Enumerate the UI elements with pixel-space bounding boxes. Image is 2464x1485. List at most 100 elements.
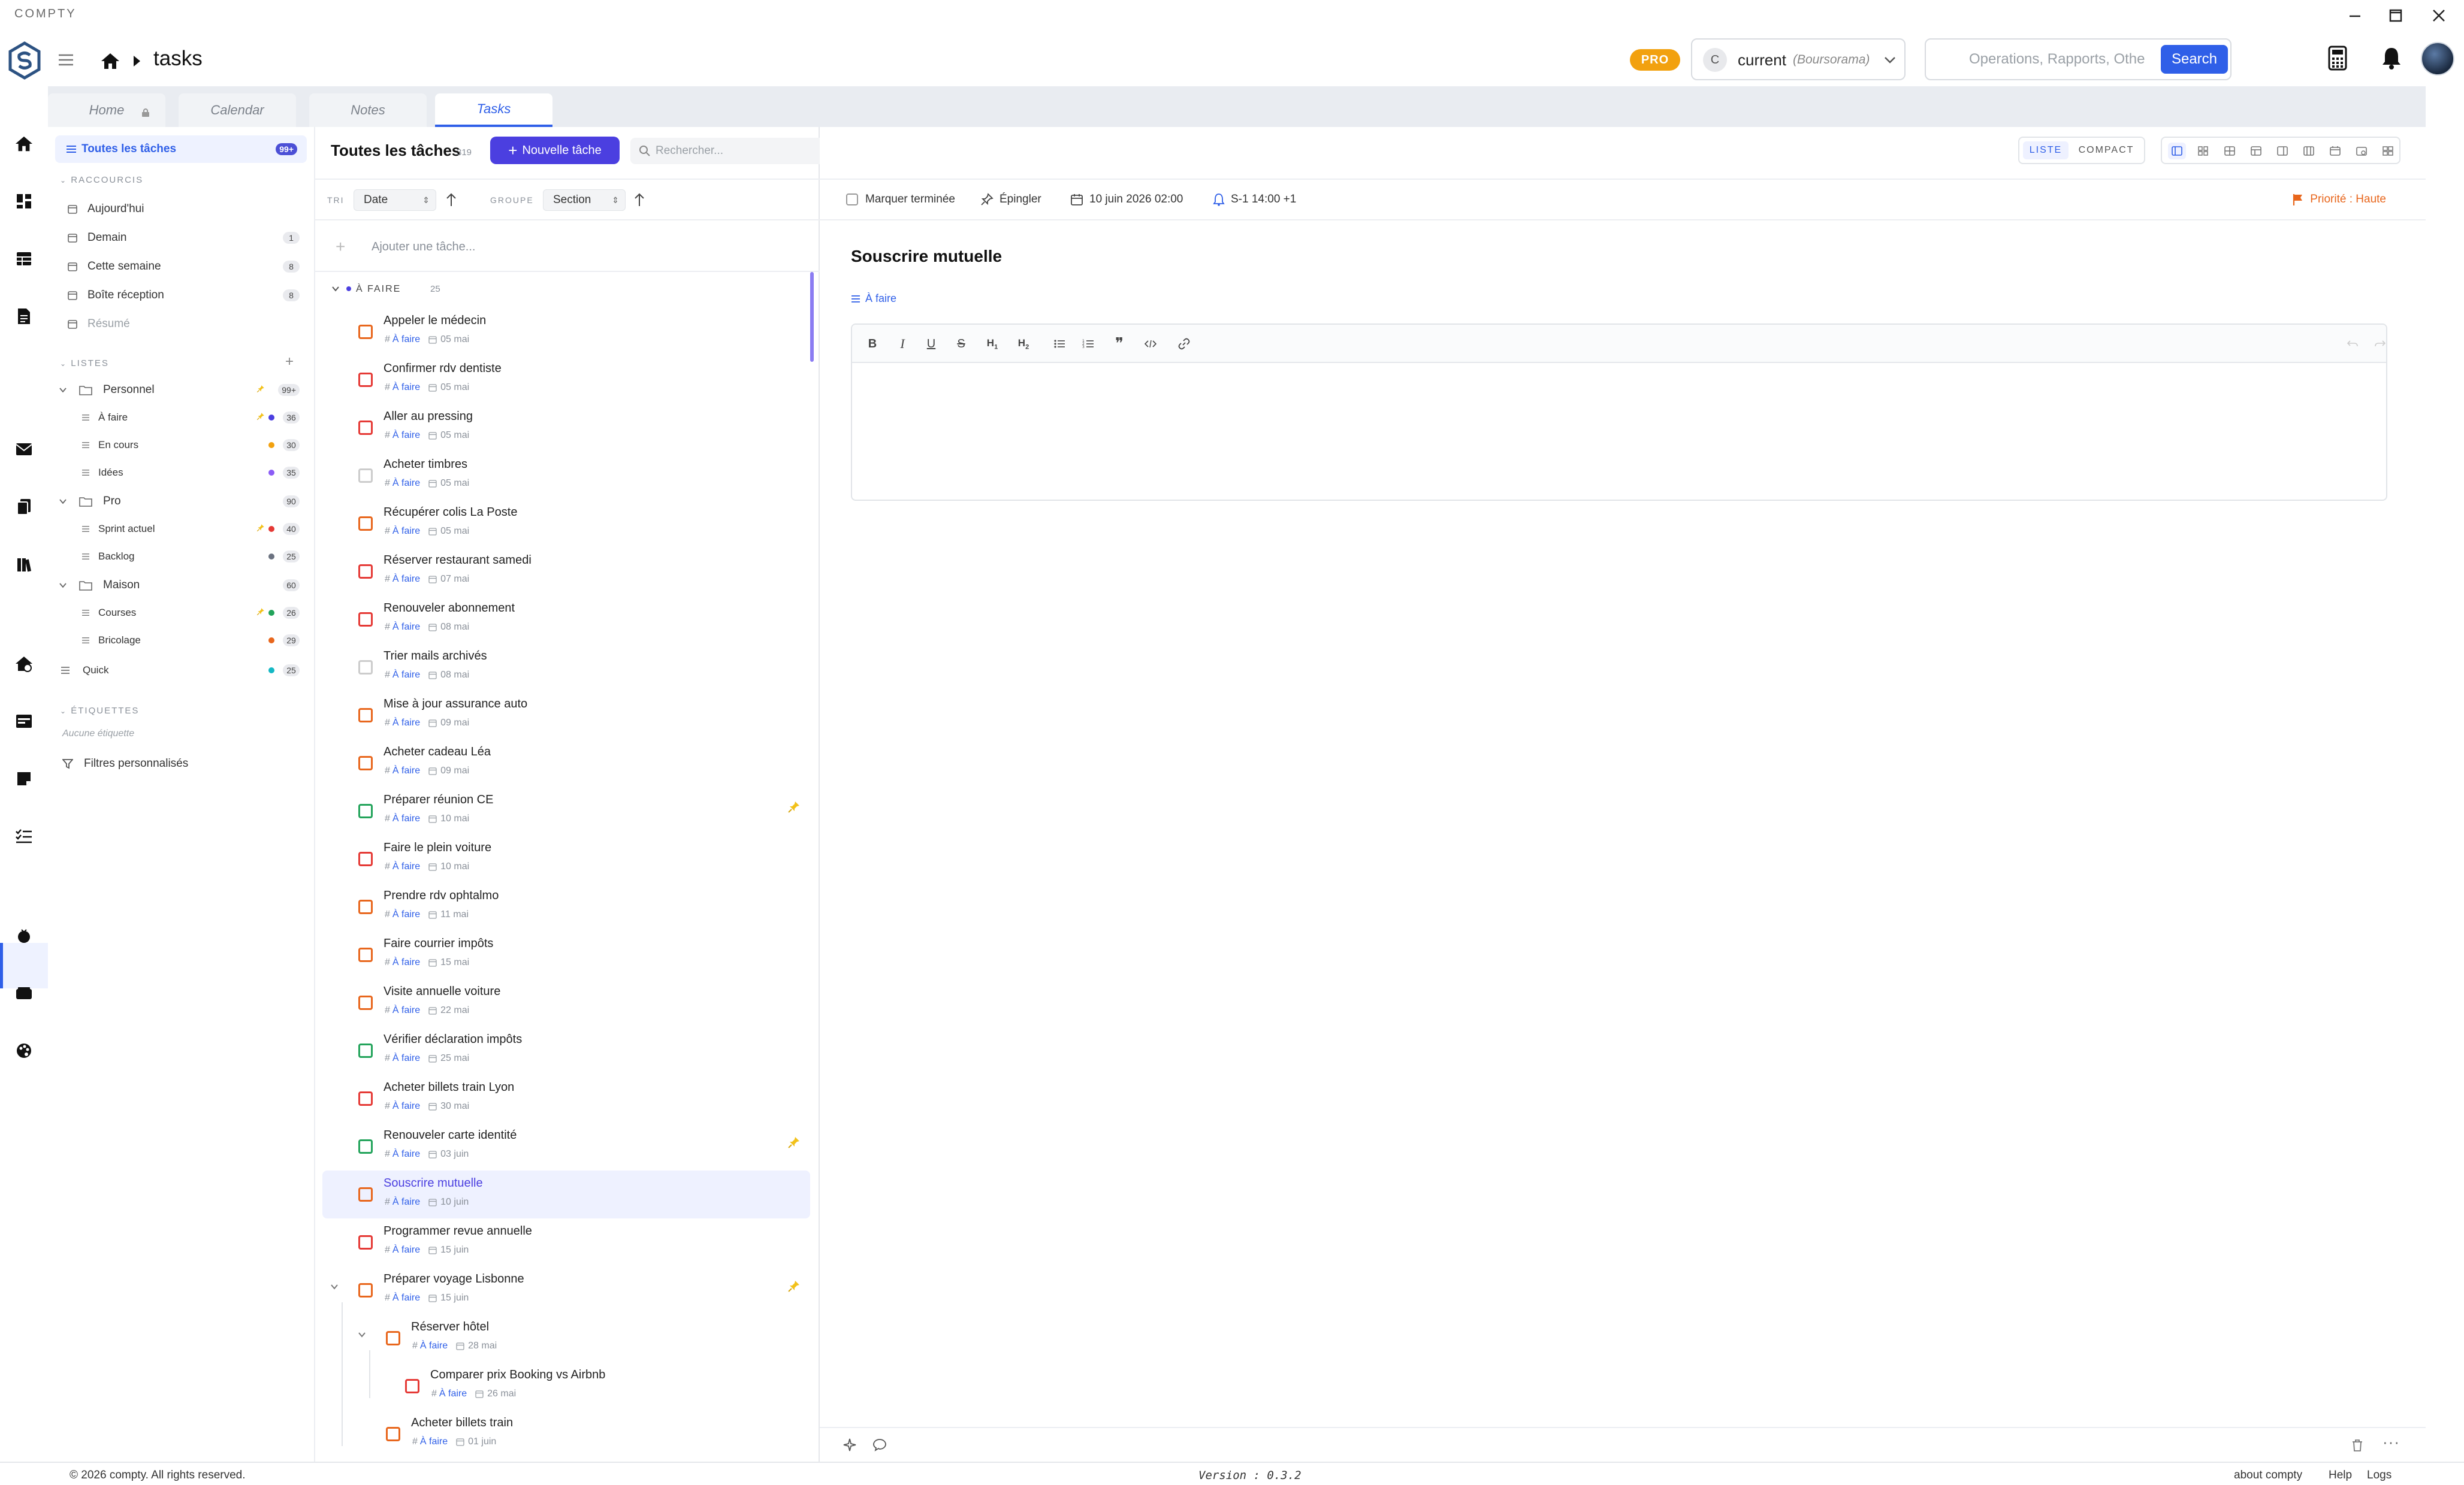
sidebar-list-item[interactable]: Quick 25 xyxy=(48,657,315,684)
task-checkbox[interactable] xyxy=(358,1187,373,1202)
search-button[interactable]: Search xyxy=(2161,45,2228,74)
undo-button[interactable] xyxy=(2344,335,2361,352)
task-section-link[interactable]: À faire xyxy=(851,292,896,305)
rail-budget-icon[interactable] xyxy=(12,709,36,733)
sidebar-shortcut[interactable]: Résumé xyxy=(48,310,315,338)
task-checkbox[interactable] xyxy=(358,660,373,675)
rail-home-icon[interactable] xyxy=(12,132,36,156)
task-item[interactable]: Réserver hôtel # À faire 28 mai xyxy=(322,1314,810,1362)
priority-button[interactable]: Priorité : Haute xyxy=(2292,193,2386,206)
task-checkbox[interactable] xyxy=(405,1379,419,1393)
minimize-button[interactable] xyxy=(2337,4,2373,28)
task-checkbox[interactable] xyxy=(386,1331,400,1345)
sidebar-item-custom-filters[interactable]: Filtres personnalisés xyxy=(48,750,315,778)
bold-button[interactable]: B xyxy=(864,335,881,352)
mark-done-checkbox[interactable]: Marquer terminée xyxy=(846,193,955,206)
tags-heading[interactable]: ⌄ ÉTIQUETTES xyxy=(60,706,139,716)
task-item[interactable]: Réserver restaurant samedi # À faire 07 mai xyxy=(322,548,810,595)
pin-icon[interactable] xyxy=(787,1136,801,1149)
task-item[interactable]: Vérifier déclaration impôts # À faire 25 ma… xyxy=(322,1027,810,1075)
rail-report-icon[interactable] xyxy=(12,304,36,328)
sidebar-list-item[interactable]: Bricolage 29 xyxy=(48,627,315,654)
close-button[interactable] xyxy=(2421,4,2457,28)
sidebar-shortcut[interactable]: Aujourd'hui xyxy=(48,195,315,223)
pin-icon[interactable] xyxy=(787,800,801,813)
group-direction-icon[interactable] xyxy=(633,192,646,208)
task-list-scrollbar[interactable] xyxy=(810,272,814,362)
maximize-button[interactable] xyxy=(2378,4,2414,28)
new-task-button[interactable]: + Nouvelle tâche xyxy=(490,137,620,164)
task-checkbox[interactable] xyxy=(358,852,373,866)
rail-house-money-icon[interactable] xyxy=(12,652,36,676)
sidebar-item-all-tasks[interactable]: Toutes les tâches 99+ xyxy=(55,135,307,163)
group-select[interactable]: Section ⇕ xyxy=(543,189,626,211)
task-item[interactable]: Programmer revue annuelle # À faire 15 juin xyxy=(322,1218,810,1266)
comment-icon[interactable] xyxy=(872,1438,887,1452)
task-item[interactable]: Acheter cadeau Léa # À faire 09 mai xyxy=(322,739,810,787)
task-title[interactable]: Souscrire mutuelle xyxy=(851,247,1002,266)
task-item[interactable]: Acheter billets train # À faire 01 juin xyxy=(322,1410,810,1458)
task-checkbox[interactable] xyxy=(358,1235,373,1250)
editor-content[interactable] xyxy=(852,364,2386,500)
view-list-button[interactable]: LISTE xyxy=(2023,141,2069,159)
task-checkbox[interactable] xyxy=(358,516,373,531)
redo-button[interactable] xyxy=(2372,335,2388,352)
sidebar-shortcut[interactable]: Boîte réception 8 xyxy=(48,282,315,309)
tab-tasks[interactable]: Tasks xyxy=(435,93,552,127)
add-task-input[interactable] xyxy=(372,235,731,259)
section-header-todo[interactable]: À FAIRE 25 xyxy=(331,282,570,300)
pin-icon[interactable] xyxy=(787,1280,801,1293)
rail-table-icon[interactable] xyxy=(12,247,36,271)
layout-option-icon[interactable] xyxy=(2247,143,2265,159)
breadcrumb-home-icon[interactable] xyxy=(97,48,123,74)
layout-option-icon[interactable] xyxy=(2353,143,2371,159)
strikethrough-button[interactable]: S xyxy=(953,335,970,352)
task-checkbox[interactable] xyxy=(386,1427,400,1441)
task-checkbox[interactable] xyxy=(358,373,373,387)
task-checkbox[interactable] xyxy=(358,1044,373,1058)
task-item[interactable]: Récupérer colis La Poste # À faire 05 mai xyxy=(322,500,810,548)
pin-button[interactable]: Épingler xyxy=(980,193,1041,206)
task-checkbox[interactable] xyxy=(358,804,373,818)
rail-tomato-icon[interactable] xyxy=(12,924,36,948)
heading1-button[interactable]: H1 xyxy=(984,335,1001,352)
task-item[interactable]: Aller au pressing # À faire 05 mai xyxy=(322,404,810,452)
add-list-icon[interactable]: + xyxy=(285,353,294,370)
shortcuts-heading[interactable]: ⌄ RACCOURCIS xyxy=(60,175,143,185)
task-checkbox[interactable] xyxy=(358,756,373,770)
blockquote-button[interactable]: ❞ xyxy=(1111,335,1128,352)
sidebar-shortcut[interactable]: Demain 1 xyxy=(48,224,315,252)
ordered-list-button[interactable]: 123 xyxy=(1080,335,1097,352)
account-selector[interactable]: C current (Boursorama) xyxy=(1691,38,1906,80)
task-item[interactable]: Préparer voyage Lisbonne # À faire 15 juin xyxy=(322,1266,810,1314)
sidebar-list-item[interactable]: Sprint actuel 40 xyxy=(48,515,315,543)
rail-dashboard-icon[interactable] xyxy=(12,189,36,213)
rail-wallet-icon[interactable] xyxy=(12,981,36,1005)
task-item[interactable]: Renouveler carte identité # À faire 03 juin xyxy=(322,1123,810,1171)
task-item[interactable]: Visite annuelle voiture # À faire 22 mai xyxy=(322,979,810,1027)
tab-home[interactable]: Home xyxy=(48,93,165,127)
bullet-list-button[interactable] xyxy=(1051,335,1068,352)
sidebar-shortcut[interactable]: Cette semaine 8 xyxy=(48,253,315,280)
view-compact-button[interactable]: COMPACT xyxy=(2072,141,2140,159)
layout-option-icon[interactable] xyxy=(2194,143,2212,159)
task-checkbox[interactable] xyxy=(358,612,373,627)
chevron-down-icon[interactable] xyxy=(330,1282,339,1292)
logs-link[interactable]: Logs xyxy=(2367,1469,2391,1482)
sidebar-list-item[interactable]: Idées 35 xyxy=(48,459,315,486)
task-item[interactable]: Prendre rdv ophtalmo # À faire 11 mai xyxy=(322,883,810,931)
layout-option-icon[interactable] xyxy=(2221,143,2239,159)
reminder-button[interactable]: S-1 14:00 +1 xyxy=(1213,193,1296,206)
chevron-down-icon[interactable] xyxy=(357,1330,367,1339)
layout-option-icon[interactable] xyxy=(2379,143,2397,159)
task-checkbox[interactable] xyxy=(358,1283,373,1298)
layout-option-icon[interactable] xyxy=(2168,143,2186,159)
lists-heading[interactable]: ⌄ LISTES xyxy=(60,358,109,368)
calculator-icon[interactable] xyxy=(2327,46,2348,71)
link-button[interactable] xyxy=(1176,335,1192,352)
more-icon[interactable]: ··· xyxy=(2383,1433,2400,1451)
chevron-down-icon[interactable] xyxy=(55,382,71,398)
chevron-down-icon[interactable] xyxy=(55,577,71,593)
heading2-button[interactable]: H2 xyxy=(1015,335,1032,352)
task-checkbox[interactable] xyxy=(358,1139,373,1154)
